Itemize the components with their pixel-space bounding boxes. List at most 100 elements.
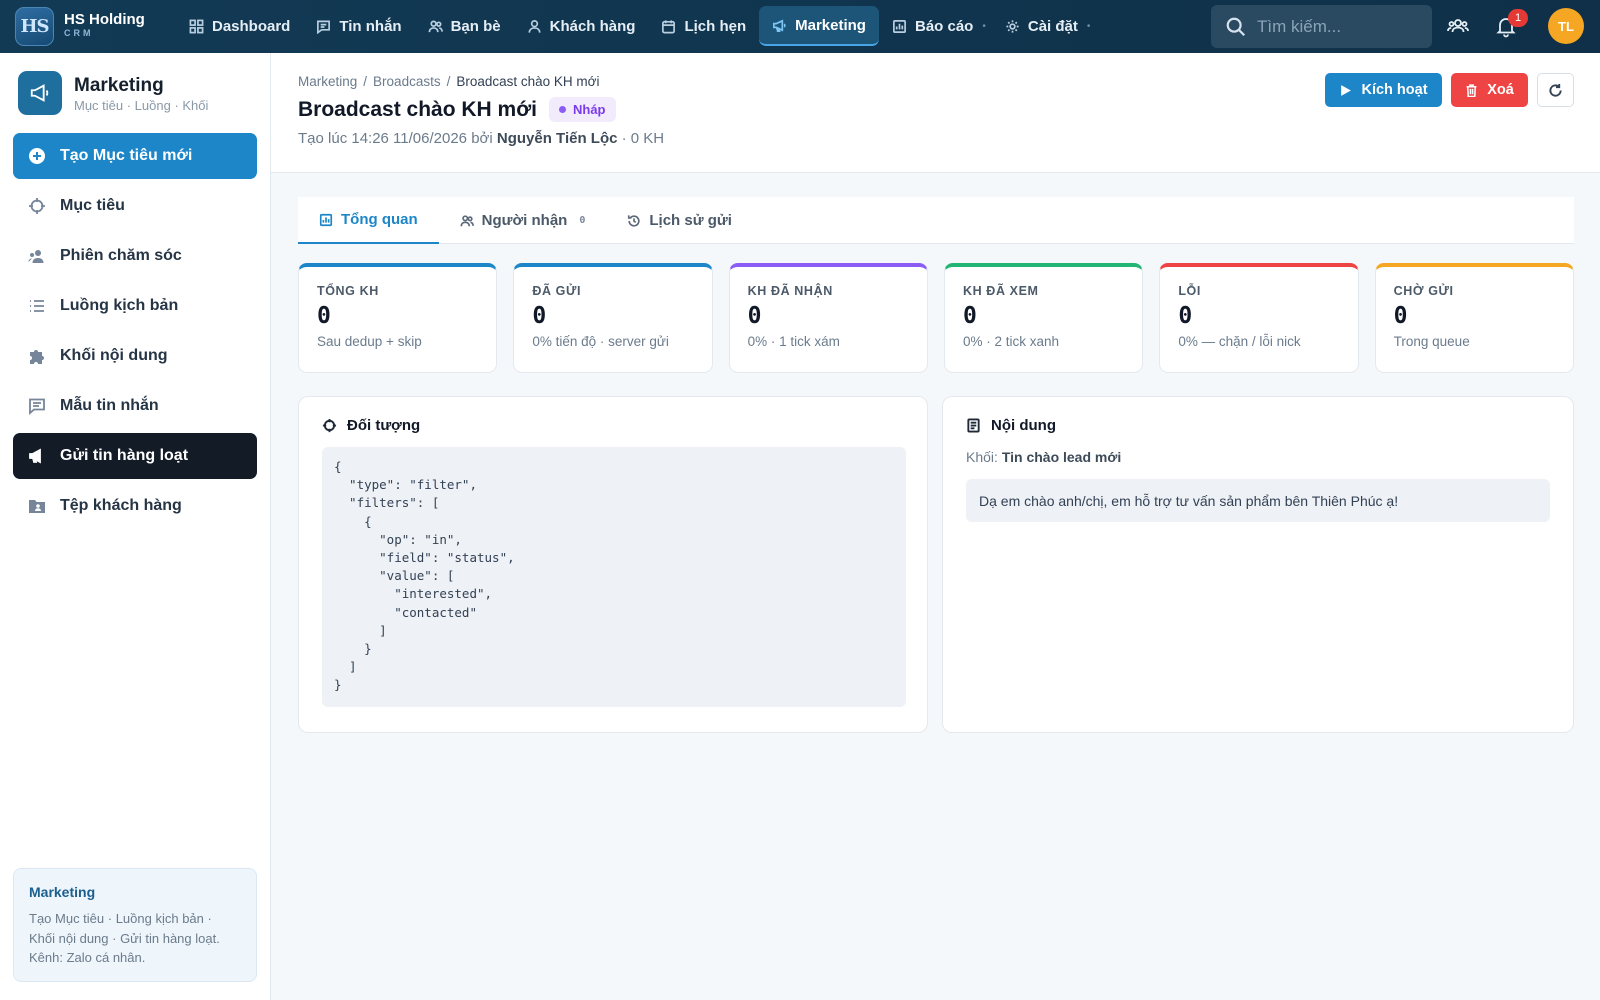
delete-button[interactable]: Xoá — [1451, 73, 1528, 107]
stat-value: 0 — [747, 303, 762, 329]
users-icon — [428, 20, 443, 32]
stat-value: 0 — [532, 303, 547, 329]
search-icon — [1226, 17, 1246, 36]
play-icon — [1341, 84, 1352, 96]
sidebar-info-card: Marketing Tạo Mục tiêu · Luồng kịch bản … — [13, 868, 257, 982]
breadcrumb-separator: / — [446, 74, 451, 89]
info-card-body: Tạo Mục tiêu · Luồng kịch bản · Khối nội… — [29, 911, 220, 965]
brand-logo[interactable]: HS — [15, 7, 54, 46]
stat-description: Trong queue — [1393, 334, 1470, 349]
nav-item-appointments[interactable]: Lịch hẹn — [648, 6, 759, 46]
sidebar-item-bulk-send[interactable]: Gửi tin hàng loạt — [13, 433, 257, 479]
audience-filter-code: { "type": "filter", "filters": [ { "op":… — [322, 447, 906, 707]
stat-label: KH ĐÃ XEM — [962, 284, 1039, 298]
message-icon — [317, 20, 331, 34]
sidebar-item-label: Mục tiêu — [60, 197, 125, 214]
user-group-icon — [28, 250, 44, 263]
nav-item-settings[interactable]: Cài đặt — [992, 6, 1091, 46]
meta-count: · 0 KH — [621, 130, 665, 147]
main-content: Marketing / Broadcasts / Broadcast chào … — [271, 53, 1600, 1000]
nav-item-customers[interactable]: Khách hàng — [514, 6, 649, 46]
sidebar-item-care-sessions[interactable]: Phiên chăm sóc — [13, 233, 257, 279]
nav-dropdown-indicator[interactable]: • — [1087, 21, 1091, 32]
sidebar-header: Marketing Mục tiêu · Luồng · Khối — [18, 71, 208, 115]
breadcrumb-item[interactable]: Broadcasts — [373, 74, 441, 89]
stat-card-seen: KH ĐÃ XEM 0 0% · 2 tick xanh — [943, 263, 1144, 373]
panel-header: Nội dung — [966, 417, 1550, 434]
sidebar-menu: Tạo Mục tiêu mới Mục tiêu Phiên chăm sóc… — [13, 133, 257, 533]
meta-created: Tạo lúc 14:26 11/06/2026 bởi — [298, 130, 493, 147]
user-group-icon — [1447, 19, 1469, 33]
refresh-icon — [1549, 83, 1562, 97]
sidebar-item-content-blocks[interactable]: Khối nội dung — [13, 333, 257, 379]
brand-subtitle: CRM — [64, 28, 94, 38]
nav-dropdown-indicator[interactable]: • — [982, 21, 986, 32]
tab-overview[interactable]: Tổng quan — [298, 197, 439, 244]
stat-description: 0% tiến độ · server gửi — [532, 334, 669, 349]
sidebar-item-label: Mẫu tin nhắn — [60, 397, 159, 414]
nav-item-label: Dashboard — [212, 17, 291, 35]
sidebar-item-scenario-flows[interactable]: Luồng kịch bản — [13, 283, 257, 329]
global-search[interactable] — [1211, 5, 1432, 48]
stat-label: LỖI — [1178, 284, 1201, 298]
nav-item-friends[interactable]: Bạn bè — [415, 6, 514, 46]
block-name: Tin chào lead mới — [1001, 449, 1122, 465]
message-icon — [29, 398, 45, 415]
panel-title: Nội dung — [991, 417, 1056, 434]
refresh-button[interactable] — [1537, 73, 1574, 107]
stat-value: 0 — [1393, 303, 1408, 329]
user-icon — [528, 19, 541, 33]
trash-icon — [1466, 83, 1477, 97]
search-input[interactable] — [1257, 16, 1417, 37]
sidebar-item-customer-files[interactable]: Tệp khách hàng — [13, 483, 257, 529]
tab-recipients[interactable]: Người nhận 0 — [439, 197, 607, 244]
sidebar-item-goals[interactable]: Mục tiêu — [13, 183, 257, 229]
nav-item-label: Lịch hẹn — [684, 17, 747, 35]
crosshair-icon — [322, 418, 337, 433]
megaphone-icon — [30, 84, 49, 102]
sidebar: Marketing Mục tiêu · Luồng · Khối Tạo Mụ… — [0, 53, 271, 1000]
list-icon — [30, 300, 44, 312]
nav-item-dashboard[interactable]: Dashboard — [176, 6, 303, 46]
info-card-title: Marketing — [29, 884, 96, 900]
page-meta: Tạo lúc 14:26 11/06/2026 bởi Nguyễn Tiến… — [298, 130, 664, 147]
megaphone-icon — [29, 448, 41, 464]
stats-row: TỔNG KH 0 Sau dedup + skip ĐÃ GỬI 0 0% t… — [298, 263, 1574, 373]
calendar-icon — [662, 19, 676, 33]
plus-circle-icon — [29, 148, 45, 164]
create-goal-button[interactable]: Tạo Mục tiêu mới — [13, 133, 257, 179]
puzzle-icon — [30, 350, 44, 364]
stat-card-total: TỔNG KH 0 Sau dedup + skip — [298, 263, 498, 373]
sidebar-item-message-templates[interactable]: Mẫu tin nhắn — [13, 383, 257, 429]
nav-item-marketing[interactable]: Marketing — [759, 6, 879, 46]
sidebar-item-label: Khối nội dung — [60, 347, 168, 364]
nav-item-reports[interactable]: Báo cáo — [879, 6, 986, 46]
stat-value: 0 — [962, 303, 977, 329]
stat-label: CHỜ GỬI — [1393, 284, 1454, 298]
activate-button-label: Kích hoạt — [1361, 82, 1428, 98]
breadcrumb-current: Broadcast chào KH mới — [456, 74, 600, 89]
document-icon — [967, 418, 980, 433]
main-nav: Dashboard Tin nhắn Bạn bè Khách hàng Lịc… — [176, 6, 1096, 46]
brand-name: HS Holding — [64, 11, 145, 28]
chart-icon — [893, 19, 906, 33]
delete-button-label: Xoá — [1487, 82, 1514, 98]
stat-value: 0 — [1178, 303, 1193, 329]
activate-button[interactable]: Kích hoạt — [1325, 73, 1442, 107]
nav-item-label: Khách hàng — [549, 17, 636, 35]
contacts-button[interactable] — [1446, 14, 1470, 38]
panel-header: Đối tượng — [322, 417, 904, 434]
breadcrumb-item[interactable]: Marketing — [298, 74, 357, 89]
avatar[interactable]: TL — [1548, 8, 1584, 44]
title-row: Broadcast chào KH mới Nháp — [298, 97, 616, 122]
stat-value: 0 — [317, 303, 331, 329]
nav-item-messages[interactable]: Tin nhắn — [303, 6, 414, 46]
status-badge: Nháp — [549, 97, 616, 122]
page-title: Broadcast chào KH mới — [298, 97, 537, 121]
tab-send-history[interactable]: Lịch sử gửi — [606, 197, 753, 244]
nav-item-label: Marketing — [795, 16, 866, 34]
brand: HS Holding CRM — [64, 12, 145, 39]
stat-card-pending: CHỜ GỬI 0 Trong queue — [1374, 263, 1574, 373]
stat-label: KH ĐÃ NHẬN — [747, 284, 833, 298]
notification-badge: 1 — [1508, 9, 1528, 27]
